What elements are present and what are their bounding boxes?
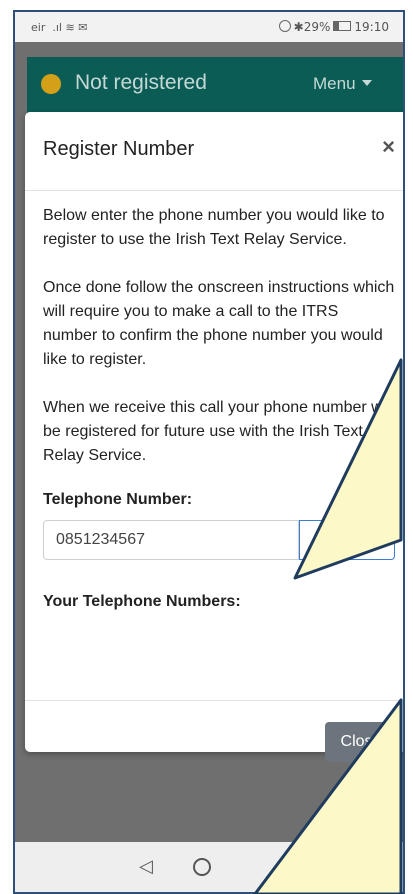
modal-header: Register Number × — [25, 112, 403, 191]
nav-bar: ◁ — [15, 842, 403, 892]
carrier-name: eir — [31, 21, 46, 34]
back-icon[interactable]: ◁ — [139, 856, 153, 877]
register-button[interactable]: Register — [299, 520, 395, 560]
status-dot-icon — [41, 74, 61, 94]
home-icon[interactable] — [193, 858, 211, 876]
telephone-label: Telephone Number: — [43, 491, 193, 508]
modal-body: Below enter the phone number you would l… — [43, 204, 395, 614]
close-icon[interactable]: × — [382, 134, 395, 160]
instruction-text-1: Below enter the phone number you would l… — [43, 207, 385, 248]
wifi-icon: ≋ — [65, 21, 75, 34]
clock-time: 19:10 — [354, 20, 389, 34]
battery-icon — [333, 21, 352, 31]
alarm-icon — [278, 20, 291, 32]
caret-down-icon — [361, 80, 372, 86]
battery-percent: 29% — [303, 20, 331, 34]
instruction-text-3: When we receive this call your phone num… — [43, 399, 394, 464]
instruction-text-2: Once done follow the onscreen instructio… — [43, 279, 395, 368]
register-modal: Register Number × Below enter the phone … — [25, 112, 403, 762]
status-bar: eir .ıl ≋ ✉ ✱29% 19:10 — [15, 12, 403, 42]
your-numbers-heading: Your Telephone Numbers: — [43, 593, 241, 610]
close-button[interactable]: Close — [325, 722, 397, 762]
menu-button[interactable]: Menu — [313, 74, 372, 94]
menu-label: Menu — [313, 74, 356, 93]
telephone-input[interactable] — [43, 520, 299, 560]
modal-title: Register Number — [43, 138, 195, 160]
modal-footer — [25, 700, 403, 701]
telephone-input-group: Register — [43, 520, 395, 562]
mail-icon: ✉ — [78, 21, 88, 34]
signal-icon: .ıl — [48, 21, 62, 34]
registration-status: Not registered — [75, 71, 207, 94]
bluetooth-icon: ✱ — [293, 20, 304, 34]
phone-frame: eir .ıl ≋ ✉ ✱29% 19:10 Not registered Men… — [13, 10, 405, 894]
